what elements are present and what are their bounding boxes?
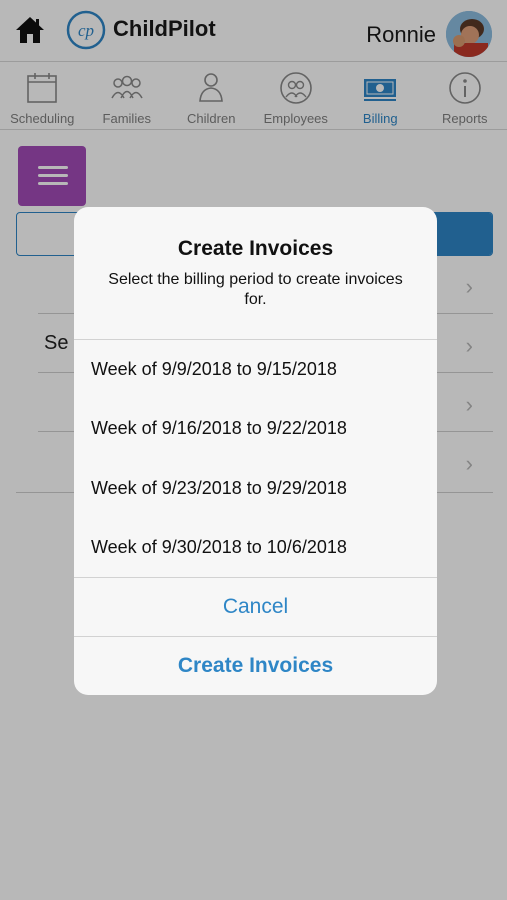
billing-period-option[interactable]: Week of 9/30/2018 to 10/6/2018 — [91, 537, 347, 558]
billing-period-option[interactable]: Week of 9/23/2018 to 9/29/2018 — [91, 478, 347, 499]
divider — [74, 339, 437, 340]
cancel-button[interactable]: Cancel — [74, 595, 437, 619]
dialog-title: Create Invoices — [177, 237, 334, 260]
dialog-message: Select the billing period to create invo… — [108, 271, 403, 308]
billing-period-option[interactable]: Week of 9/16/2018 to 9/22/2018 — [91, 418, 347, 439]
divider — [74, 636, 437, 637]
billing-period-option[interactable]: Week of 9/9/2018 to 9/15/2018 — [91, 359, 337, 380]
divider — [74, 577, 437, 578]
create-invoices-button[interactable]: Create Invoices — [74, 654, 437, 678]
create-invoices-dialog: Create Invoices Select the billing perio… — [74, 207, 437, 695]
